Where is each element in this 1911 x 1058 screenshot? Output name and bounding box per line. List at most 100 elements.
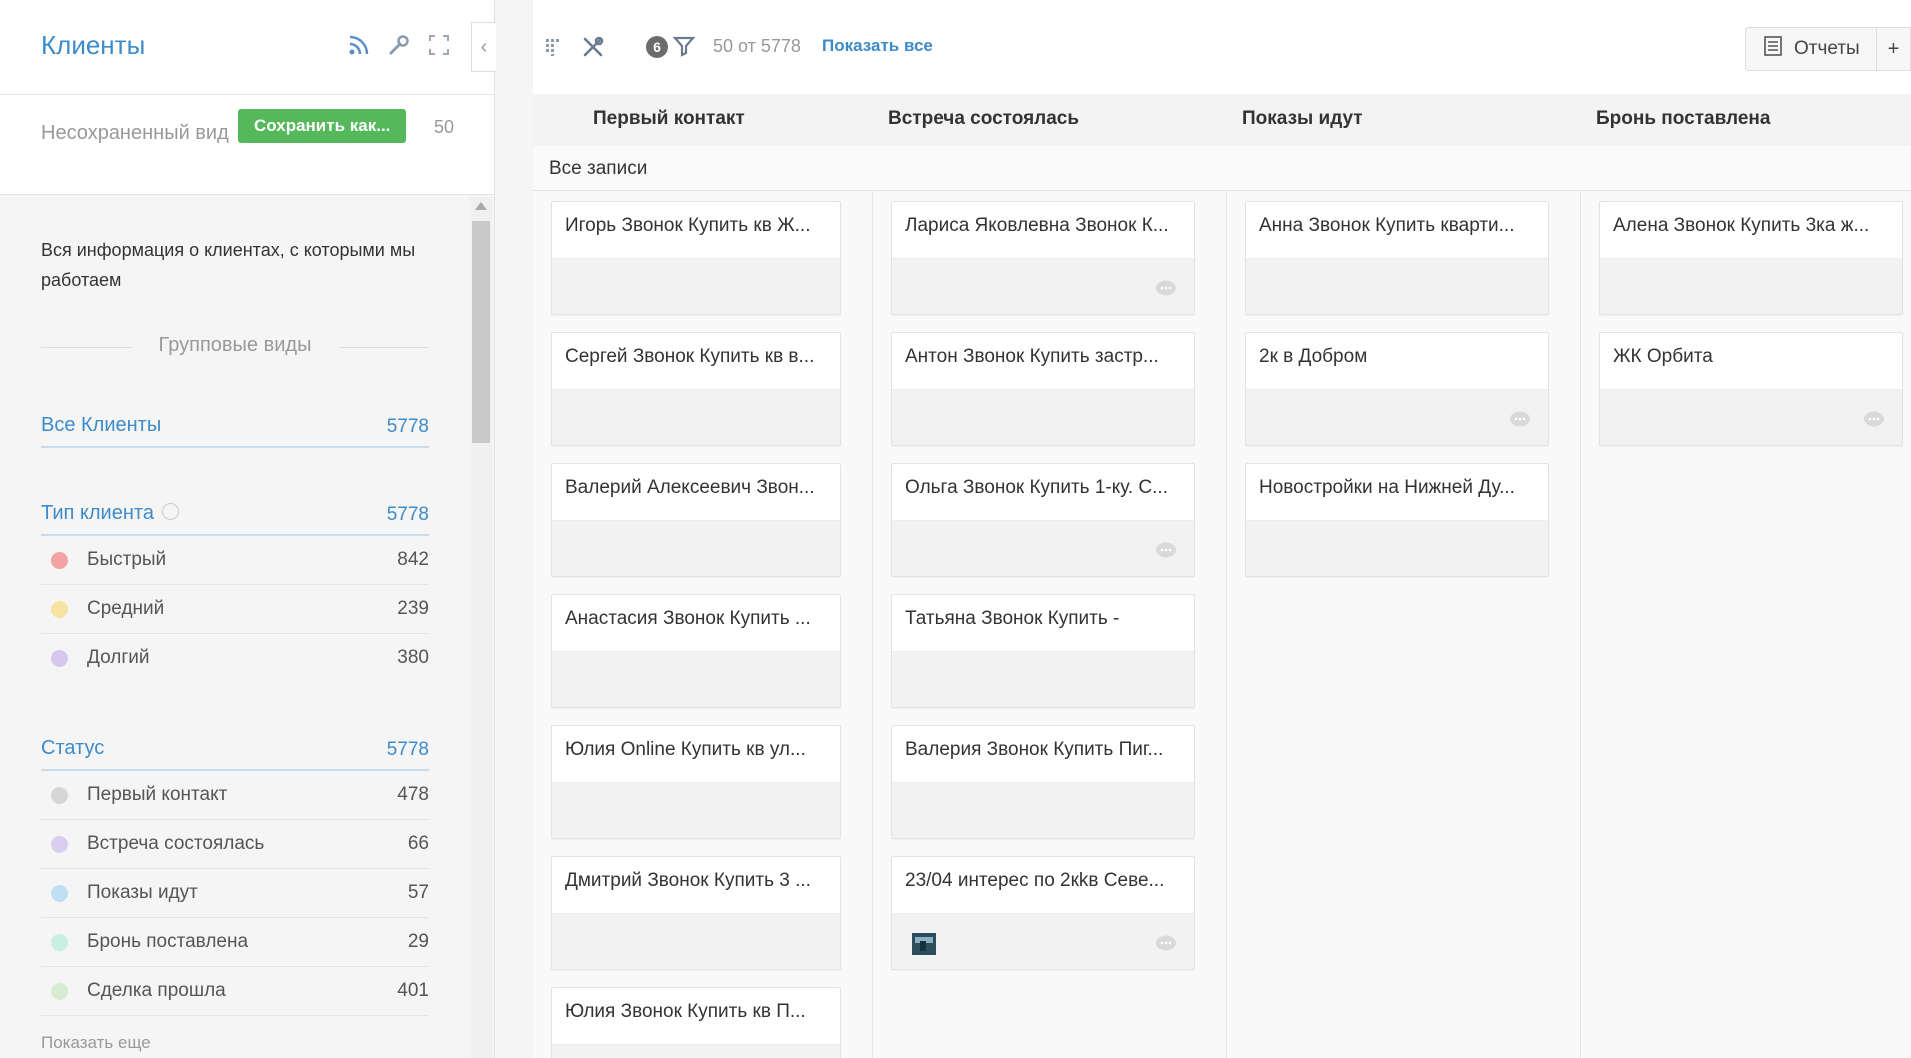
list-item-label: Бронь поставлена — [87, 931, 249, 952]
list-item-showings[interactable]: Показы идут 57 — [41, 869, 429, 918]
scroll-thumb[interactable] — [472, 221, 490, 443]
deal-card[interactable]: Игорь Звонок Купить кв Ж... — [551, 201, 841, 315]
client-type-group[interactable]: Тип клиента 5778 — [41, 494, 429, 536]
filter-icon[interactable] — [672, 35, 696, 62]
card-footer — [1246, 389, 1548, 445]
comment-icon[interactable] — [1155, 935, 1177, 953]
sidebar-body: Вся информация о клиентах, с которыми мы… — [0, 197, 470, 1058]
sidebar-title: Клиенты — [41, 30, 146, 60]
list-item-fast[interactable]: Быстрый 842 — [41, 536, 429, 585]
deal-card[interactable]: Новостройки на Нижней Ду... — [1245, 463, 1549, 577]
status-group[interactable]: Статус 5778 — [41, 729, 429, 771]
color-dot-icon — [51, 885, 68, 902]
list-item-first-contact[interactable]: Первый контакт 478 — [41, 771, 429, 820]
all-clients-label: Все Клиенты — [41, 414, 162, 436]
status-count: 5778 — [386, 739, 429, 760]
deal-card[interactable]: Дмитрий Звонок Купить 3 ... — [551, 856, 841, 970]
list-item-count: 842 — [397, 549, 429, 570]
list-item-count: 401 — [397, 980, 429, 1001]
card-title: Ольга Звонок Купить 1-ку. С... — [905, 477, 1168, 498]
all-records-row[interactable]: Все записи — [533, 146, 1911, 191]
color-dot-icon — [51, 787, 68, 804]
collapse-sidebar-button[interactable]: ‹ — [471, 22, 496, 72]
card-title: Лариса Яковлевна Звонок К... — [905, 215, 1169, 236]
rss-icon[interactable] — [348, 34, 370, 56]
deal-card[interactable]: Юлия Online Купить кв ул... — [551, 725, 841, 839]
deal-card[interactable]: Анастасия Звонок Купить ... — [551, 594, 841, 708]
list-item-label: Первый контакт — [87, 784, 228, 805]
deal-card[interactable]: Алена Звонок Купить 3ка ж... — [1599, 201, 1903, 315]
list-item-long[interactable]: Долгий 380 — [41, 634, 429, 683]
list-item-medium[interactable]: Средний 239 — [41, 585, 429, 634]
sidebar-scrollbar[interactable] — [470, 197, 492, 1058]
card-footer — [552, 1044, 840, 1058]
list-item-label: Показы идут — [87, 882, 198, 903]
deal-card[interactable]: Юлия Звонок Купить кв П... — [551, 987, 841, 1058]
list-item-deal-done[interactable]: Сделка прошла 401 — [41, 967, 429, 1016]
card-footer — [1600, 258, 1902, 314]
deal-card[interactable]: Валерия Звонок Купить Пиг... — [891, 725, 1195, 839]
wrench-icon[interactable] — [388, 34, 410, 56]
list-item-meeting-done[interactable]: Встреча состоялась 66 — [41, 820, 429, 869]
card-title: Валерий Алексеевич Звон... — [565, 477, 815, 498]
unsaved-view-label: Несохраненный вид — [41, 122, 229, 144]
filter-badge-icon[interactable]: 6 — [645, 35, 669, 64]
sidebar: Клиенты ‹ Несохраненный вид Сохранить ка… — [0, 0, 496, 1058]
view-panel: Несохраненный вид Сохранить как... 50 — [0, 95, 494, 195]
all-clients-count: 5778 — [386, 416, 429, 437]
list-item-label: Долгий — [87, 647, 150, 668]
comment-icon[interactable] — [1509, 411, 1531, 429]
deal-card[interactable]: Татьяна Звонок Купить - — [891, 594, 1195, 708]
filter-badge-count: 6 — [653, 39, 661, 55]
grid-view-icon[interactable] — [545, 37, 565, 62]
show-more-link[interactable]: Показать еще — [41, 1033, 151, 1053]
card-title: Юлия Online Купить кв ул... — [565, 739, 806, 760]
deal-card[interactable]: Валерий Алексеевич Звон... — [551, 463, 841, 577]
comment-icon[interactable] — [1155, 280, 1177, 298]
deal-card[interactable]: Лариса Яковлевна Звонок К... — [891, 201, 1195, 315]
info-icon[interactable] — [161, 503, 179, 521]
reports-button[interactable]: Отчеты — [1745, 27, 1877, 71]
color-dot-icon — [51, 983, 68, 1000]
view-count: 50 — [434, 117, 455, 137]
photo-thumbnail-icon[interactable] — [912, 933, 936, 955]
scroll-up-icon[interactable] — [475, 202, 487, 210]
comment-icon[interactable] — [1863, 411, 1885, 429]
deal-card[interactable]: Сергей Звонок Купить кв в... — [551, 332, 841, 446]
sidebar-description: Вся информация о клиентах, с которыми мы… — [41, 240, 416, 290]
column-header-booking: Бронь поставлена — [1596, 108, 1771, 129]
chevron-left-icon: ‹ — [480, 35, 488, 58]
list-item-count: 66 — [407, 833, 429, 854]
list-item-count: 239 — [397, 598, 429, 619]
deal-card[interactable]: Антон Звонок Купить застр... — [891, 332, 1195, 446]
color-dot-icon — [51, 601, 68, 618]
show-all-link[interactable]: Показать все — [822, 36, 933, 56]
card-title: Анастасия Звонок Купить ... — [565, 608, 811, 629]
document-icon — [1764, 36, 1782, 62]
card-footer — [552, 651, 840, 707]
card-title: Юлия Звонок Купить кв П... — [565, 1001, 806, 1022]
client-type-label: Тип клиента — [41, 502, 154, 524]
card-title: Дмитрий Звонок Купить 3 ... — [565, 870, 811, 891]
all-clients-link[interactable]: Все Клиенты 5778 — [41, 406, 429, 448]
list-item-count: 478 — [397, 784, 429, 805]
deal-card[interactable]: Ольга Звонок Купить 1-ку. С... — [891, 463, 1195, 577]
client-type-count: 5778 — [386, 504, 429, 525]
fullscreen-icon[interactable] — [428, 34, 450, 56]
deal-card[interactable]: Анна Звонок Купить кварти... — [1245, 201, 1549, 315]
add-button[interactable]: + — [1877, 27, 1911, 71]
deal-card[interactable]: 2к в Добром — [1245, 332, 1549, 446]
tools-icon[interactable] — [581, 35, 605, 64]
kanban-column-meeting-done: Лариса Яковлевна Звонок К... Антон Звоно… — [873, 191, 1227, 1058]
card-title: Алена Звонок Купить 3ка ж... — [1613, 215, 1870, 236]
list-item-booking[interactable]: Бронь поставлена 29 — [41, 918, 429, 967]
deal-card[interactable]: 23/04 интерес по 2кkв Севе... — [891, 856, 1195, 970]
card-footer — [1600, 389, 1902, 445]
save-as-button[interactable]: Сохранить как... — [238, 109, 407, 143]
deal-card[interactable]: ЖК Орбита — [1599, 332, 1903, 446]
card-footer — [552, 782, 840, 838]
card-title: Игорь Звонок Купить кв Ж... — [565, 215, 811, 236]
comment-icon[interactable] — [1155, 542, 1177, 560]
column-headers: Первый контакт Встреча состоялась Показы… — [533, 94, 1911, 146]
column-header-meeting-done: Встреча состоялась — [888, 108, 1080, 129]
